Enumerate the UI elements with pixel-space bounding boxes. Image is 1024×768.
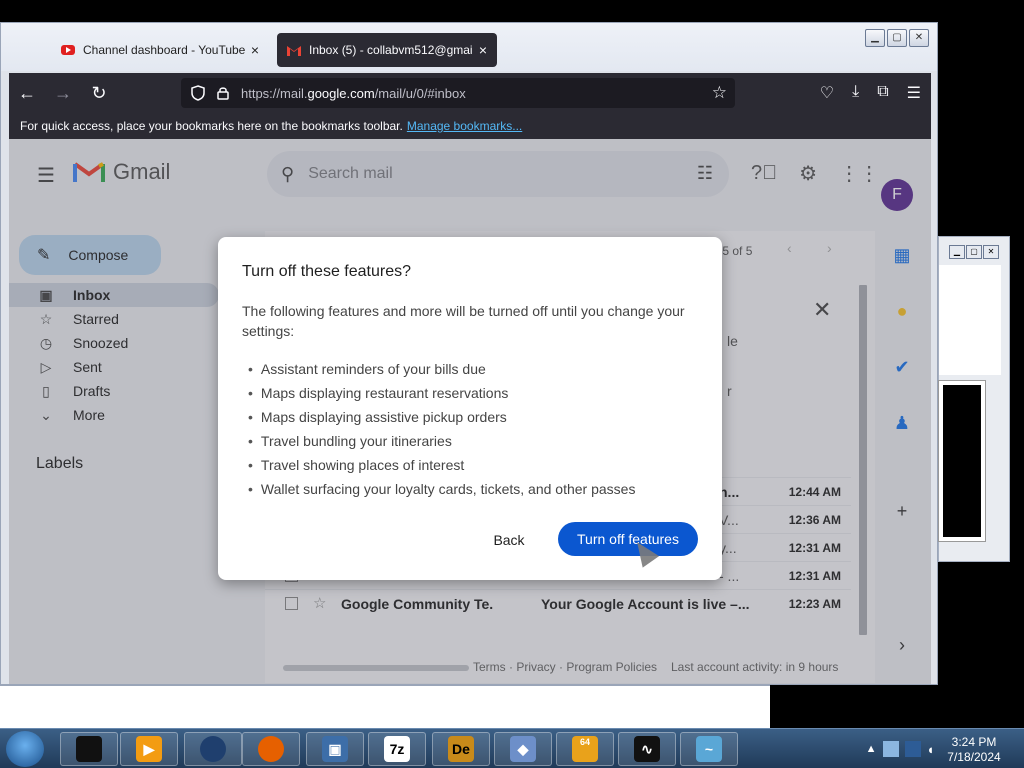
maximize-button[interactable]: ▢ — [887, 29, 907, 47]
taskbar-item[interactable]: 64 — [556, 732, 614, 766]
globe-icon — [200, 736, 226, 762]
shield-icon[interactable] — [191, 85, 205, 101]
background-window-strip — [0, 685, 770, 729]
browser-tools: ♡ ⤓ ⧉ ☰ — [820, 83, 921, 103]
tab-label: Inbox (5) - collabvm512@gmail.com — [309, 43, 473, 57]
network-app-icon: ◆ — [510, 736, 536, 762]
lock-icon[interactable] — [217, 86, 229, 100]
tab-gmail-inbox[interactable]: Inbox (5) - collabvm512@gmail.com × — [277, 33, 497, 67]
url-bar[interactable]: https://mail.google.com/mail/u/0/#inbox … — [181, 78, 735, 108]
minimize-button[interactable]: ▁ — [865, 29, 885, 47]
maximize-button[interactable]: ▢ — [966, 245, 982, 259]
minimize-button[interactable]: ▁ — [949, 245, 965, 259]
download-icon[interactable]: ⤓ — [852, 83, 859, 103]
list-item: Travel showing places of interest — [248, 453, 635, 477]
start-button[interactable] — [6, 731, 44, 767]
turn-off-features-button[interactable]: Turn off features — [558, 522, 698, 556]
list-item: Maps displaying restaurant reservations — [248, 381, 635, 405]
tab-label: Channel dashboard - YouTube Studio — [83, 43, 245, 57]
list-item: Maps displaying assistive pickup orders — [248, 405, 635, 429]
taskbar-item[interactable] — [242, 732, 300, 766]
app-64-icon: 64 — [572, 736, 598, 762]
7zip-icon: 7z — [384, 736, 410, 762]
terminal-icon — [76, 736, 102, 762]
monitor-icon: ∿ — [634, 736, 660, 762]
window-controls: ▁ ▢ ✕ — [865, 29, 929, 47]
tab-close-icon[interactable]: × — [251, 42, 259, 58]
back-button[interactable]: Back — [482, 522, 536, 558]
menu-icon[interactable]: ☰ — [907, 83, 921, 103]
taskbar-item[interactable]: ◆ — [494, 732, 552, 766]
tray-app-icon[interactable] — [882, 741, 899, 757]
back-arrow-icon[interactable]: ← — [9, 83, 45, 104]
taskbar: ▶ ▣ 7z De ◆ 64 ∿ ~ ▲ ◖ 3:24 PM 7/18/2024 — [0, 728, 1024, 768]
taskbar-item[interactable]: ▶ — [120, 732, 178, 766]
close-button[interactable]: ✕ — [909, 29, 929, 47]
dialog-body: The following features and more will be … — [242, 303, 685, 339]
window-controls: ▁ ▢ ✕ — [949, 245, 999, 259]
list-item: Assistant reminders of your bills due — [248, 357, 635, 381]
background-window[interactable]: ▁ ▢ ✕ — [938, 236, 1010, 562]
media-player-icon: ▶ — [136, 736, 162, 762]
firefox-icon — [258, 736, 284, 762]
virtualbox-icon: ▣ — [322, 736, 348, 762]
taskbar-item[interactable]: ▣ — [306, 732, 364, 766]
bookmarks-hint: For quick access, place your bookmarks h… — [20, 119, 403, 133]
volume-icon[interactable]: ◖ — [927, 742, 935, 757]
reload-icon[interactable]: ↻ — [81, 83, 117, 104]
system-tray: ▲ ◖ — [860, 732, 940, 766]
taskbar-item[interactable]: De — [432, 732, 490, 766]
window-content — [939, 265, 1001, 375]
gmail-icon — [287, 45, 301, 56]
extensions-icon[interactable]: ⧉ — [877, 83, 888, 103]
bookmark-star-icon[interactable]: ☆ — [712, 83, 727, 103]
browser-title-bar: Channel dashboard - YouTube Studio × Inb… — [1, 23, 937, 71]
taskbar-item[interactable]: 7z — [368, 732, 426, 766]
close-button[interactable]: ✕ — [983, 245, 999, 259]
clock-time: 3:24 PM — [951, 735, 997, 749]
url-text: https://mail.google.com/mail/u/0/#inbox — [241, 85, 466, 101]
turn-off-features-dialog: Turn off these features? The following f… — [218, 237, 722, 580]
taskbar-item[interactable]: ∿ — [618, 732, 676, 766]
de-app-icon: De — [448, 736, 474, 762]
tray-expand-icon[interactable]: ▲ — [866, 743, 877, 755]
taskbar-item[interactable]: ~ — [680, 732, 738, 766]
pocket-icon[interactable]: ♡ — [820, 83, 834, 103]
network-icon[interactable] — [904, 741, 921, 757]
forward-arrow-icon[interactable]: → — [45, 83, 81, 104]
manage-bookmarks-link[interactable]: Manage bookmarks... — [407, 119, 522, 133]
tab-close-icon[interactable]: × — [479, 42, 487, 58]
bookmarks-toolbar: For quick access, place your bookmarks h… — [9, 113, 931, 139]
tab-youtube-studio[interactable]: Channel dashboard - YouTube Studio × — [51, 33, 269, 67]
clock-date: 7/18/2024 — [947, 750, 1001, 764]
youtube-icon — [61, 45, 75, 55]
list-item: Wallet surfacing your loyalty cards, tic… — [248, 477, 636, 501]
window-preview — [939, 381, 985, 541]
taskbar-item[interactable] — [184, 732, 242, 766]
taskbar-item[interactable] — [60, 732, 118, 766]
feature-list: Assistant reminders of your bills due Ma… — [248, 357, 636, 501]
navigation-toolbar: ← → ↻ https://mail.google.com/mail/u/0/#… — [9, 73, 931, 113]
dolphin-icon: ~ — [696, 736, 722, 762]
list-item: Travel bundling your itineraries — [248, 429, 635, 453]
dialog-title: Turn off these features? — [242, 263, 411, 280]
clock[interactable]: 3:24 PM 7/18/2024 — [944, 735, 1004, 765]
